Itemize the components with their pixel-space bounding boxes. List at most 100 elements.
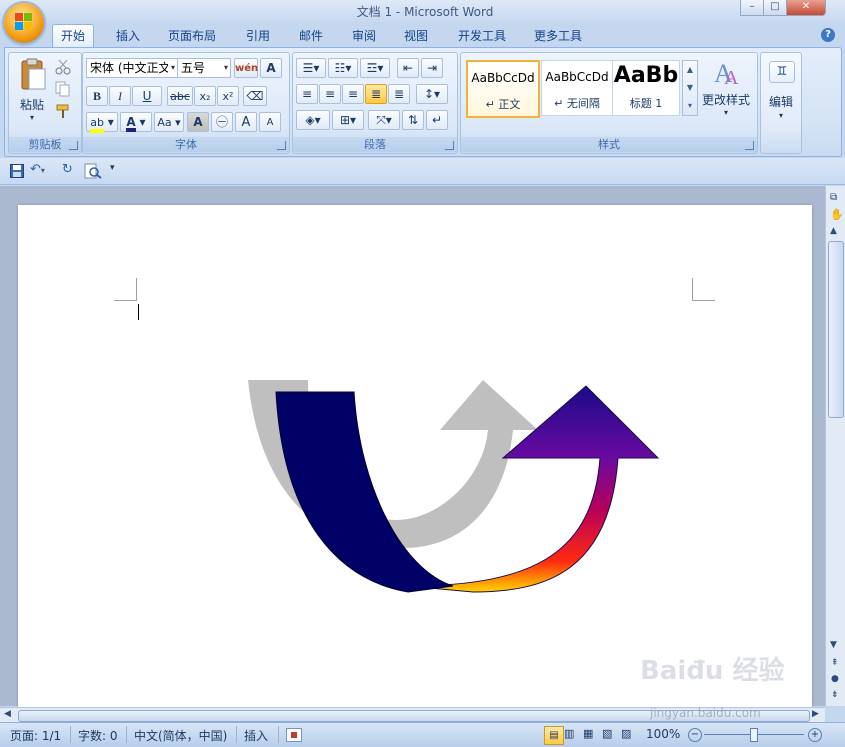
style-card-heading-1[interactable]: AaBb 标题 1: [612, 60, 680, 116]
shrink-font-button[interactable]: A: [259, 112, 281, 132]
svg-text:A: A: [724, 67, 739, 88]
font-launcher-icon[interactable]: [277, 141, 286, 150]
shading-icon[interactable]: ◈▾: [296, 110, 330, 130]
watermark-logo: Baiđu 经验: [640, 656, 785, 686]
tab-developer[interactable]: 开发工具: [450, 25, 514, 47]
scroll-right-icon[interactable]: ▶: [812, 709, 819, 719]
decrease-indent-icon[interactable]: ⇤: [397, 58, 419, 78]
format-painter-icon[interactable]: [55, 103, 73, 119]
clear-formatting-icon[interactable]: ⌫: [243, 86, 267, 106]
scroll-down-icon[interactable]: ▼: [830, 640, 837, 650]
minimize-button[interactable]: –: [740, 0, 764, 16]
tab-insert[interactable]: 插入: [108, 25, 148, 47]
scroll-left-icon[interactable]: ◀: [4, 709, 11, 719]
macro-record-icon[interactable]: [286, 728, 302, 742]
underline-button[interactable]: U: [132, 86, 162, 106]
watermark-url: jingyan.baidu.com: [650, 706, 761, 720]
tab-references[interactable]: 引用: [238, 25, 278, 47]
font-name-select[interactable]: 宋体 (中文正文) ▾: [86, 58, 178, 78]
phonetic-guide-icon[interactable]: wén: [234, 58, 258, 78]
help-icon[interactable]: ?: [821, 28, 835, 42]
multilevel-list-icon[interactable]: ☲▾: [360, 58, 390, 78]
change-styles-button[interactable]: A A 更改样式 ▾: [700, 56, 752, 126]
line-spacing-icon[interactable]: ↕▾: [416, 84, 448, 104]
sort-icon[interactable]: ⇅: [402, 110, 424, 130]
highlight-color-button[interactable]: ab ▾: [86, 112, 118, 133]
status-insert-mode[interactable]: 插入: [244, 727, 268, 744]
superscript-button[interactable]: x²: [217, 86, 239, 106]
editing-group[interactable]: ♊ 编辑 ▾: [760, 52, 802, 154]
align-right-icon[interactable]: ≡: [342, 84, 364, 104]
scroll-up-icon[interactable]: ▲: [830, 226, 837, 236]
grow-font-button[interactable]: A: [235, 112, 257, 132]
tab-more-tools[interactable]: 更多工具: [526, 25, 590, 47]
tab-view[interactable]: 视图: [396, 25, 436, 47]
borders-icon[interactable]: ⊞▾: [332, 110, 364, 130]
quick-access-toolbar: ↶▾ ↻ ▾: [0, 158, 845, 185]
font-color-button[interactable]: A ▾: [120, 112, 152, 132]
next-page-icon[interactable]: ⇟: [831, 690, 839, 700]
change-case-button[interactable]: Aa ▾: [154, 112, 184, 132]
web-layout-icon[interactable]: ▦: [583, 727, 593, 740]
tab-page-layout[interactable]: 页面布局: [160, 25, 224, 47]
align-center-icon[interactable]: ≡: [319, 84, 341, 104]
print-preview-icon[interactable]: [84, 163, 102, 179]
chinese-layout-icon[interactable]: ⤧▾: [368, 110, 400, 130]
clipboard-launcher-icon[interactable]: [69, 141, 78, 150]
vertical-scrollbar[interactable]: ⧉ ✋ ▲ ▼ ⇞ ● ⇟: [825, 186, 845, 706]
binoculars-icon: ♊: [769, 61, 795, 83]
increase-indent-icon[interactable]: ⇥: [421, 58, 443, 78]
show-marks-icon[interactable]: ↵: [426, 110, 448, 130]
distributed-icon[interactable]: ≣: [388, 84, 410, 104]
style-card-normal[interactable]: AaBbCcDd ↵ 正文: [466, 60, 540, 118]
outline-view-icon[interactable]: ▧: [602, 727, 612, 740]
status-page[interactable]: 页面: 1/1: [10, 727, 61, 744]
copy-icon[interactable]: [55, 81, 73, 97]
cut-icon[interactable]: [55, 59, 73, 75]
strikethrough-button[interactable]: abc: [167, 86, 193, 106]
bullets-icon[interactable]: ☰▾: [296, 58, 326, 78]
align-left-icon[interactable]: ≡: [296, 84, 318, 104]
arrow-dark-body: [275, 391, 454, 593]
style-card-no-spacing[interactable]: AaBbCcDd ↵ 无间隔: [541, 60, 613, 116]
status-language[interactable]: 中文(简体，中国): [134, 727, 227, 744]
zoom-slider-thumb[interactable]: [750, 728, 758, 742]
curved-arrow-graphic[interactable]: [238, 370, 678, 600]
close-button[interactable]: ✕: [786, 0, 826, 16]
ruler-toggle-icon[interactable]: ⧉: [830, 192, 837, 203]
zoom-out-icon[interactable]: −: [688, 728, 702, 742]
hand-icon[interactable]: ✋: [830, 208, 844, 221]
styles-gallery-scroll[interactable]: ▲ ▼ ▾: [682, 60, 698, 116]
document-page[interactable]: [18, 205, 812, 707]
paste-button[interactable]: 粘贴 ▾: [15, 57, 49, 122]
tab-review[interactable]: 审阅: [344, 25, 384, 47]
zoom-in-icon[interactable]: +: [808, 728, 822, 742]
justify-icon[interactable]: ≣: [365, 84, 387, 104]
character-shading-icon[interactable]: A: [187, 112, 209, 132]
redo-icon[interactable]: ↻: [62, 162, 76, 178]
paragraph-launcher-icon[interactable]: [445, 141, 454, 150]
bold-button[interactable]: B: [86, 86, 108, 106]
customize-qat-icon[interactable]: ▾: [110, 163, 115, 173]
previous-page-icon[interactable]: ⇞: [831, 658, 839, 668]
character-border-icon[interactable]: A: [260, 58, 282, 78]
vertical-scroll-thumb[interactable]: [828, 241, 844, 418]
save-icon[interactable]: [10, 164, 24, 178]
enclose-characters-icon[interactable]: ㊀: [211, 112, 233, 132]
tab-mailings[interactable]: 邮件: [291, 25, 331, 47]
status-word-count[interactable]: 字数: 0: [78, 727, 118, 744]
print-layout-view-icon[interactable]: ▤: [544, 726, 564, 745]
zoom-level[interactable]: 100%: [646, 727, 680, 741]
italic-button[interactable]: I: [109, 86, 131, 106]
full-screen-reading-icon[interactable]: ▥: [564, 727, 574, 740]
subscript-button[interactable]: x₂: [194, 86, 216, 106]
draft-view-icon[interactable]: ▨: [621, 727, 631, 740]
tab-home[interactable]: 开始: [52, 24, 95, 47]
undo-icon[interactable]: ↶▾: [30, 162, 54, 178]
maximize-button[interactable]: □: [763, 0, 787, 16]
font-size-select[interactable]: 五号 ▾: [177, 58, 231, 78]
office-button[interactable]: [4, 3, 44, 43]
styles-launcher-icon[interactable]: [745, 141, 754, 150]
select-browse-object-icon[interactable]: ●: [831, 674, 839, 684]
numbering-icon[interactable]: ☷▾: [328, 58, 358, 78]
